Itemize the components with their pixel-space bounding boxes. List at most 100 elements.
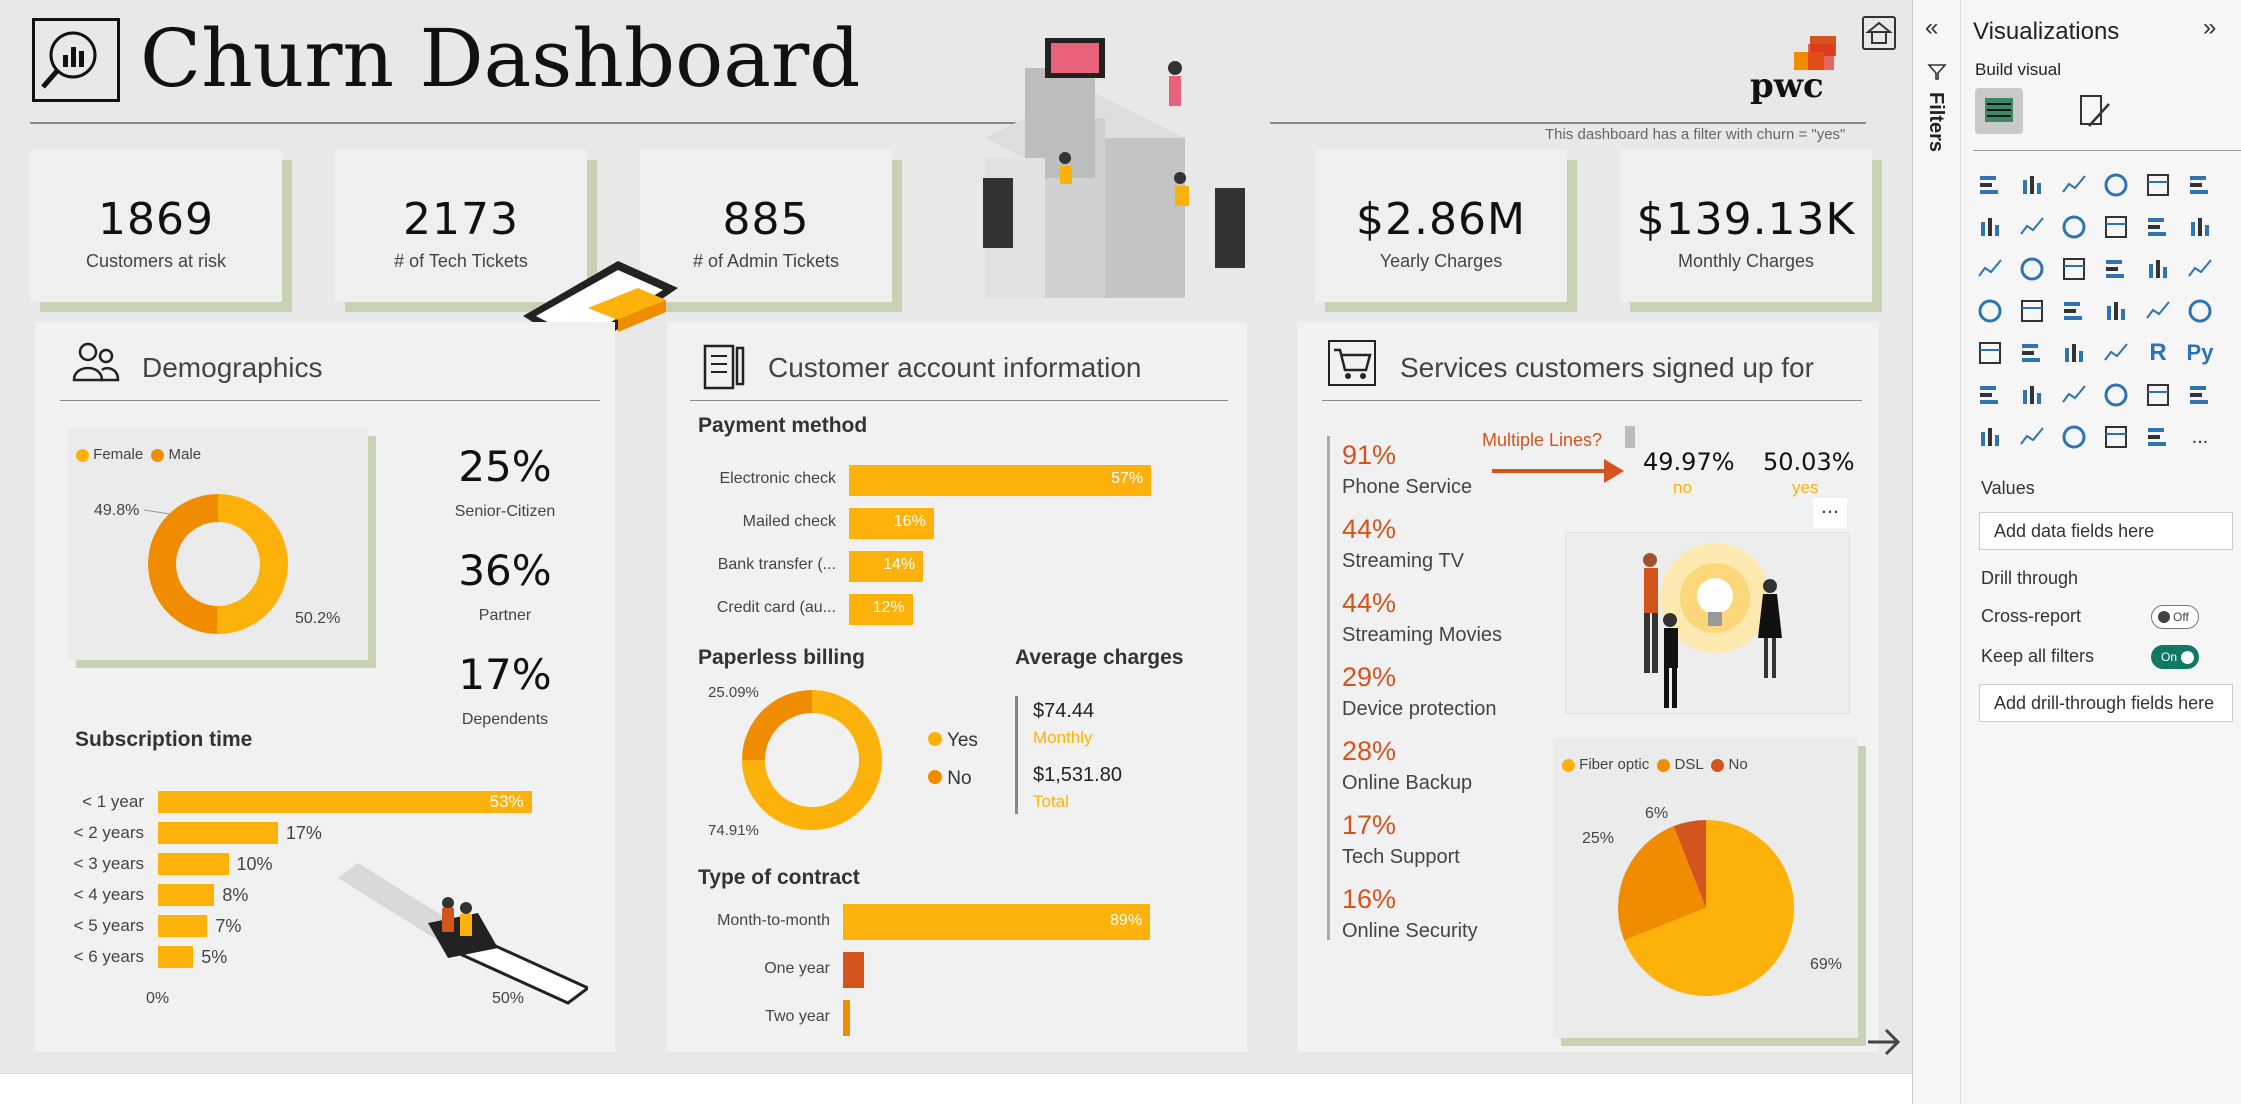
map-icon[interactable] — [1975, 296, 2005, 326]
multi-row-card-icon[interactable] — [2185, 296, 2215, 326]
kpi-monthly-charges[interactable]: $139.13K Monthly Charges — [1620, 150, 1872, 302]
decomposition-tree-icon[interactable] — [2017, 380, 2047, 410]
stacked-area-icon[interactable] — [2059, 212, 2089, 242]
kpi-customers-at-risk[interactable]: 1869 Customers at risk — [30, 150, 282, 302]
azure-map-icon[interactable] — [2059, 296, 2089, 326]
kpi-yearly-charges[interactable]: $2.86M Yearly Charges — [1315, 150, 1567, 302]
subscription-axis-min: 0% — [146, 990, 170, 1007]
multiple-lines-arrow — [1492, 459, 1624, 483]
values-drop-field[interactable]: Add data fields here — [1979, 512, 2233, 550]
services-divider — [1322, 400, 1862, 401]
qa-icon[interactable] — [2059, 380, 2089, 410]
funnel-icon[interactable] — [2017, 254, 2047, 284]
bar-data-label: 12% — [872, 599, 905, 616]
bar-category-label: < 5 years — [73, 916, 144, 935]
service-label: Phone Service — [1342, 476, 1473, 498]
metrics-icon[interactable] — [2143, 380, 2173, 410]
service-percent: 44% — [1342, 514, 1397, 544]
slicer-icon[interactable] — [2017, 338, 2047, 368]
kpi-icon[interactable] — [1975, 338, 2005, 368]
idea-illustration — [1643, 543, 1782, 708]
filters-pane-collapsed[interactable]: « Filters — [1913, 0, 1961, 1104]
ribbon-chart-icon[interactable] — [2185, 212, 2215, 242]
paperless-donut-hole — [765, 713, 859, 807]
services-title: Services customers signed up for — [1400, 352, 1814, 383]
bar[interactable] — [158, 853, 229, 875]
scatter-icon[interactable] — [2059, 254, 2089, 284]
more-options-button[interactable]: ... — [1813, 495, 1847, 528]
subscription-title: Subscription time — [75, 728, 253, 751]
bar[interactable] — [158, 884, 215, 906]
build-visual-label: Build visual — [1975, 60, 2061, 79]
legend-male: Male — [168, 446, 202, 463]
filled-map-icon[interactable] — [2017, 296, 2047, 326]
arcgis-icon[interactable] — [2059, 422, 2089, 452]
header-divider — [30, 122, 1030, 124]
chevron-visual-icon[interactable] — [2143, 422, 2173, 452]
paginated-report-icon[interactable] — [2185, 380, 2215, 410]
line-column-icon[interactable] — [2101, 212, 2131, 242]
service-percent: 28% — [1342, 736, 1397, 766]
power-apps-icon[interactable] — [1975, 422, 2005, 452]
home-icon[interactable] — [1862, 16, 1896, 50]
bar[interactable] — [843, 1000, 850, 1036]
gauge-icon[interactable] — [2101, 296, 2131, 326]
bar[interactable] — [158, 915, 208, 937]
cross-report-label: Cross-report — [1981, 606, 2082, 626]
account-divider — [690, 400, 1228, 401]
r-visual-icon[interactable]: R — [2143, 338, 2173, 368]
bar[interactable] — [158, 822, 278, 844]
people-icon — [72, 342, 120, 382]
smart-narrative-icon[interactable] — [2101, 380, 2131, 410]
next-page-arrow-icon[interactable] — [1866, 1026, 1902, 1058]
stacked-column-icon[interactable] — [2017, 170, 2047, 200]
visualizations-title: Visualizations — [1973, 18, 2120, 45]
donut-leader-male — [144, 509, 171, 515]
card-icon[interactable] — [2143, 296, 2173, 326]
donut-chart-icon[interactable] — [2143, 254, 2173, 284]
report-canvas: Churn Dashboard pwc This dashboard has a… — [0, 0, 1912, 1073]
clustered-column-icon[interactable] — [2101, 170, 2131, 200]
pie-chart-icon[interactable] — [2101, 254, 2131, 284]
line-stacked-column-icon[interactable] — [2143, 212, 2173, 242]
area-chart-icon[interactable] — [2017, 212, 2047, 242]
filter-funnel-icon — [1927, 64, 1947, 80]
stacked-bar-icon[interactable] — [1975, 170, 2005, 200]
internet-legend: Fiber optic DSL No — [1562, 756, 1748, 773]
diamond-icon[interactable] — [2101, 422, 2131, 452]
treemap-icon[interactable] — [2185, 254, 2215, 284]
table-icon[interactable] — [2059, 338, 2089, 368]
bar-category-label: < 3 years — [73, 854, 144, 873]
clustered-bar-icon[interactable] — [2059, 170, 2089, 200]
stat-partner-value: 36% — [458, 546, 552, 595]
bar[interactable] — [843, 952, 864, 988]
bar-category-label: One year — [764, 960, 830, 977]
more-visuals-icon[interactable]: ... — [2185, 422, 2215, 452]
key-influencers-icon[interactable] — [1975, 380, 2005, 410]
format-visual-tab[interactable] — [2075, 92, 2115, 132]
bar-category-label: < 6 years — [73, 947, 144, 966]
ml-yes-label: yes — [1792, 478, 1819, 497]
bar-data-label: 17% — [285, 823, 322, 843]
bar-data-label: 89% — [1110, 912, 1143, 929]
keep-filters-toggle[interactable]: On — [2151, 645, 2199, 669]
collapse-filters-icon[interactable]: « — [1925, 14, 1938, 42]
bar[interactable] — [158, 946, 194, 968]
matrix-icon[interactable] — [2101, 338, 2131, 368]
100-stacked-column-icon[interactable] — [2185, 170, 2215, 200]
drill-through-drop-field[interactable]: Add drill-through fields here — [1979, 684, 2233, 722]
bar-category-label: Month-to-month — [717, 912, 830, 929]
line-chart-icon[interactable] — [1975, 212, 2005, 242]
expand-pane-icon[interactable]: » — [2203, 14, 2216, 42]
waterfall-icon[interactable] — [1975, 254, 2005, 284]
stat-senior-label: Senior-Citizen — [454, 503, 556, 520]
paperless-donut-chart[interactable] — [742, 690, 882, 830]
cross-report-toggle[interactable]: Off — [2151, 605, 2199, 629]
power-automate-icon[interactable] — [2017, 422, 2047, 452]
100-stacked-bar-icon[interactable] — [2143, 170, 2173, 200]
build-visual-tab[interactable] — [1975, 88, 2023, 134]
python-visual-icon[interactable]: Py — [2185, 338, 2215, 368]
bar-data-label: 57% — [1111, 470, 1144, 487]
ml-no-label: no — [1673, 478, 1692, 497]
service-label: Tech Support — [1342, 846, 1460, 868]
